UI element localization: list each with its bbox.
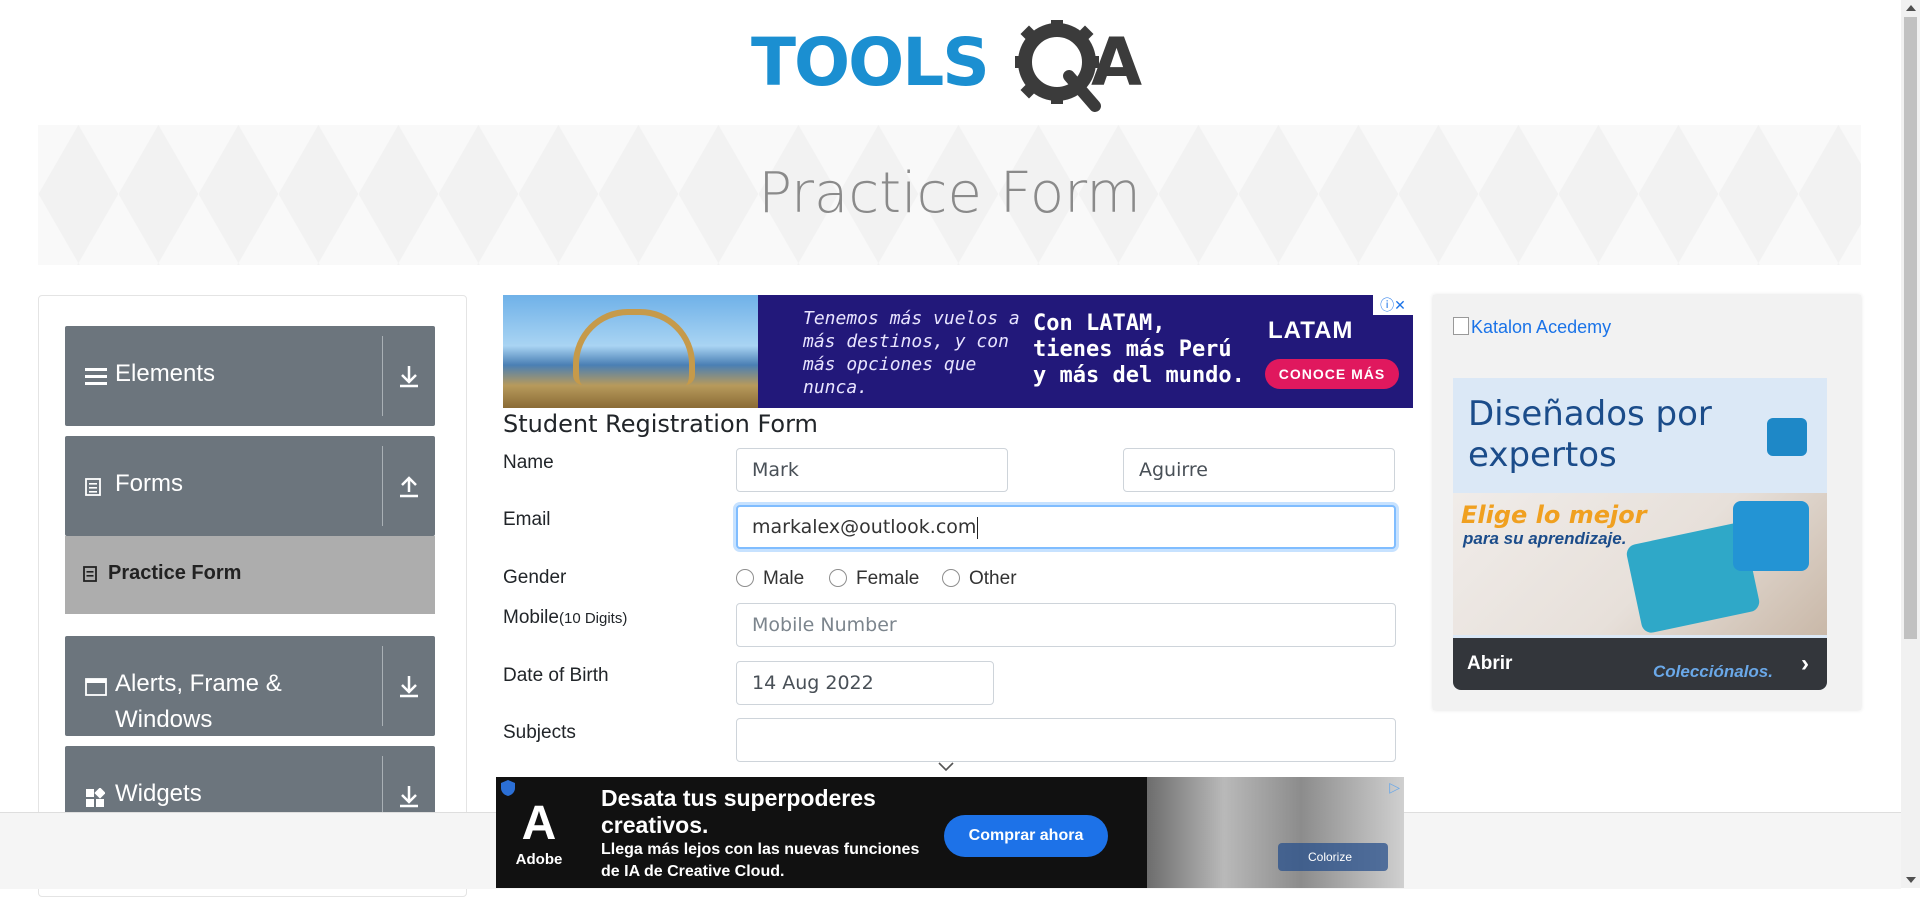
email-input[interactable]: markalex@outlook.com (736, 505, 1396, 549)
gender-radio-other[interactable]: Other (942, 568, 1017, 590)
adobe-wordmark: Adobe (515, 851, 563, 868)
date-of-birth-input[interactable]: 14 Aug 2022 (736, 661, 994, 705)
divider (382, 336, 383, 416)
subjects-input[interactable] (736, 718, 1396, 762)
page-title: Practice Form (758, 161, 1141, 226)
ad-open-button[interactable]: Abrir (1467, 653, 1512, 675)
ad-photo (1147, 777, 1404, 888)
katalon-alt-text: Katalon Acedemy (1471, 317, 1612, 337)
sidebar-group-label: Elements (115, 360, 216, 387)
mobile-hint: (10 Digits) (558, 610, 628, 627)
page-scrollbar[interactable] (1901, 0, 1920, 888)
window-icon (85, 678, 107, 696)
reed-hut-image (573, 309, 695, 385)
toolsqa-logo[interactable]: TOOLS A (751, 18, 1152, 114)
radio-label: Male (763, 568, 805, 589)
brand-badge-icon (1767, 418, 1807, 456)
chevron-down-icon[interactable] (938, 762, 954, 772)
email-value: markalex@outlook.com (752, 516, 977, 538)
sidebar-group-elements[interactable]: Elements (65, 326, 435, 426)
adchoices-icon[interactable]: ▷ (1389, 779, 1400, 796)
subjects-label: Subjects (503, 722, 576, 743)
divider (382, 646, 383, 726)
divider (382, 446, 383, 526)
chevron-right-icon[interactable]: › (1801, 650, 1809, 678)
broken-image-icon (1453, 317, 1469, 335)
document-icon (85, 478, 101, 496)
adchoices-close-icon[interactable]: ⓘ✕ (1373, 295, 1413, 315)
download-arrow-icon[interactable] (393, 780, 425, 812)
ad-headline: Diseñados por expertos (1468, 394, 1712, 475)
sidebar-group-label: Widgets (115, 780, 202, 807)
gender-radio-female[interactable]: Female (829, 568, 919, 590)
ad-photo: Elige lo mejor para su aprendizaje. (1453, 493, 1827, 635)
scroll-up-arrow-icon[interactable] (1906, 5, 1916, 11)
gender-radio-male[interactable]: Male (736, 568, 804, 590)
adobe-logo: A Adobe (514, 797, 564, 883)
radio-circle (942, 569, 960, 587)
katalon-image-link[interactable]: Katalon Acedemy (1453, 317, 1611, 338)
ad-promo-line-1: Elige lo mejor (1461, 501, 1647, 529)
ad-headline: Desata tus superpoderes creativos. (601, 785, 876, 838)
fisher-price-ad[interactable]: Diseñados por expertos Elige lo mejor pa… (1453, 378, 1827, 690)
last-name-input[interactable]: Aguirre (1123, 448, 1395, 492)
download-arrow-icon[interactable] (393, 360, 425, 392)
shield-icon (501, 780, 515, 796)
sidebar: Elements Forms Practice Form Alerts, Fra… (38, 295, 467, 897)
download-arrow-icon[interactable] (393, 670, 425, 702)
sidebar-item-label: Practice Form (108, 562, 242, 584)
ad-collection-text: Colecciónalos. (1653, 662, 1773, 681)
adobe-ad-banner[interactable]: A Adobe Desata tus superpoderes creativo… (496, 777, 1404, 888)
sidebar-group-label: Forms (115, 470, 183, 497)
radio-circle (736, 569, 754, 587)
mobile-input[interactable]: Mobile Number (736, 603, 1396, 647)
brand-badge-icon (1733, 501, 1809, 571)
mobile-label-text: Mobile (503, 607, 559, 628)
radio-circle (829, 569, 847, 587)
latam-ad-banner[interactable]: Tenemos más vuelos a más destinos, y con… (503, 295, 1413, 408)
ad-cta-button[interactable]: CONOCE MÁS (1265, 359, 1399, 389)
logo-text-right: A (1091, 24, 1143, 101)
hamburger-icon (85, 368, 107, 385)
page-banner: Practice Form (38, 125, 1861, 265)
radio-label: Female (856, 568, 920, 589)
form-icon (83, 566, 97, 582)
upload-arrow-icon[interactable] (393, 470, 425, 502)
sidebar-group-alerts[interactable]: Alerts, Frame & Windows (65, 636, 435, 736)
sidebar-item-practice-form[interactable]: Practice Form (65, 536, 435, 614)
ad-cta-bar[interactable]: Abrir Colecciónalos. › (1453, 638, 1827, 690)
adobe-a-icon: A (521, 797, 557, 850)
ad-headline: Con LATAM, tienes más Perú y más del mun… (1033, 311, 1245, 388)
scroll-down-arrow-icon[interactable] (1906, 877, 1916, 883)
ad-tagline: Tenemos más vuelos a más destinos, y con… (803, 308, 1020, 398)
ad-brand: LATAM (1268, 317, 1354, 344)
right-ad-panel: Katalon Acedemy ⓘ ✕ Diseñados por expert… (1433, 295, 1861, 710)
ad-subline: Llega más lejos con las nuevas funciones… (601, 841, 920, 880)
ad-cta-button[interactable]: Comprar ahora (944, 815, 1108, 857)
ad-photo (503, 295, 758, 408)
name-label: Name (503, 452, 554, 473)
form-title: Student Registration Form (503, 410, 818, 438)
radio-label: Other (969, 568, 1017, 589)
colorize-badge: Colorize (1278, 843, 1388, 871)
sidebar-group-label: Alerts, Frame & Windows (115, 670, 282, 733)
ad-promo-line-2: para su aprendizaje. (1463, 529, 1627, 548)
gender-label: Gender (503, 567, 567, 588)
first-name-input[interactable]: Mark (736, 448, 1008, 492)
dob-label: Date of Birth (503, 665, 609, 686)
sidebar-group-forms[interactable]: Forms (65, 436, 435, 536)
mobile-label: Mobile(10 Digits) (503, 607, 627, 629)
scrollbar-thumb[interactable] (1904, 17, 1917, 639)
logo-text-left: TOOLS (751, 24, 990, 101)
email-label: Email (503, 509, 551, 530)
text-caret (977, 516, 979, 539)
widgets-icon (86, 788, 105, 807)
